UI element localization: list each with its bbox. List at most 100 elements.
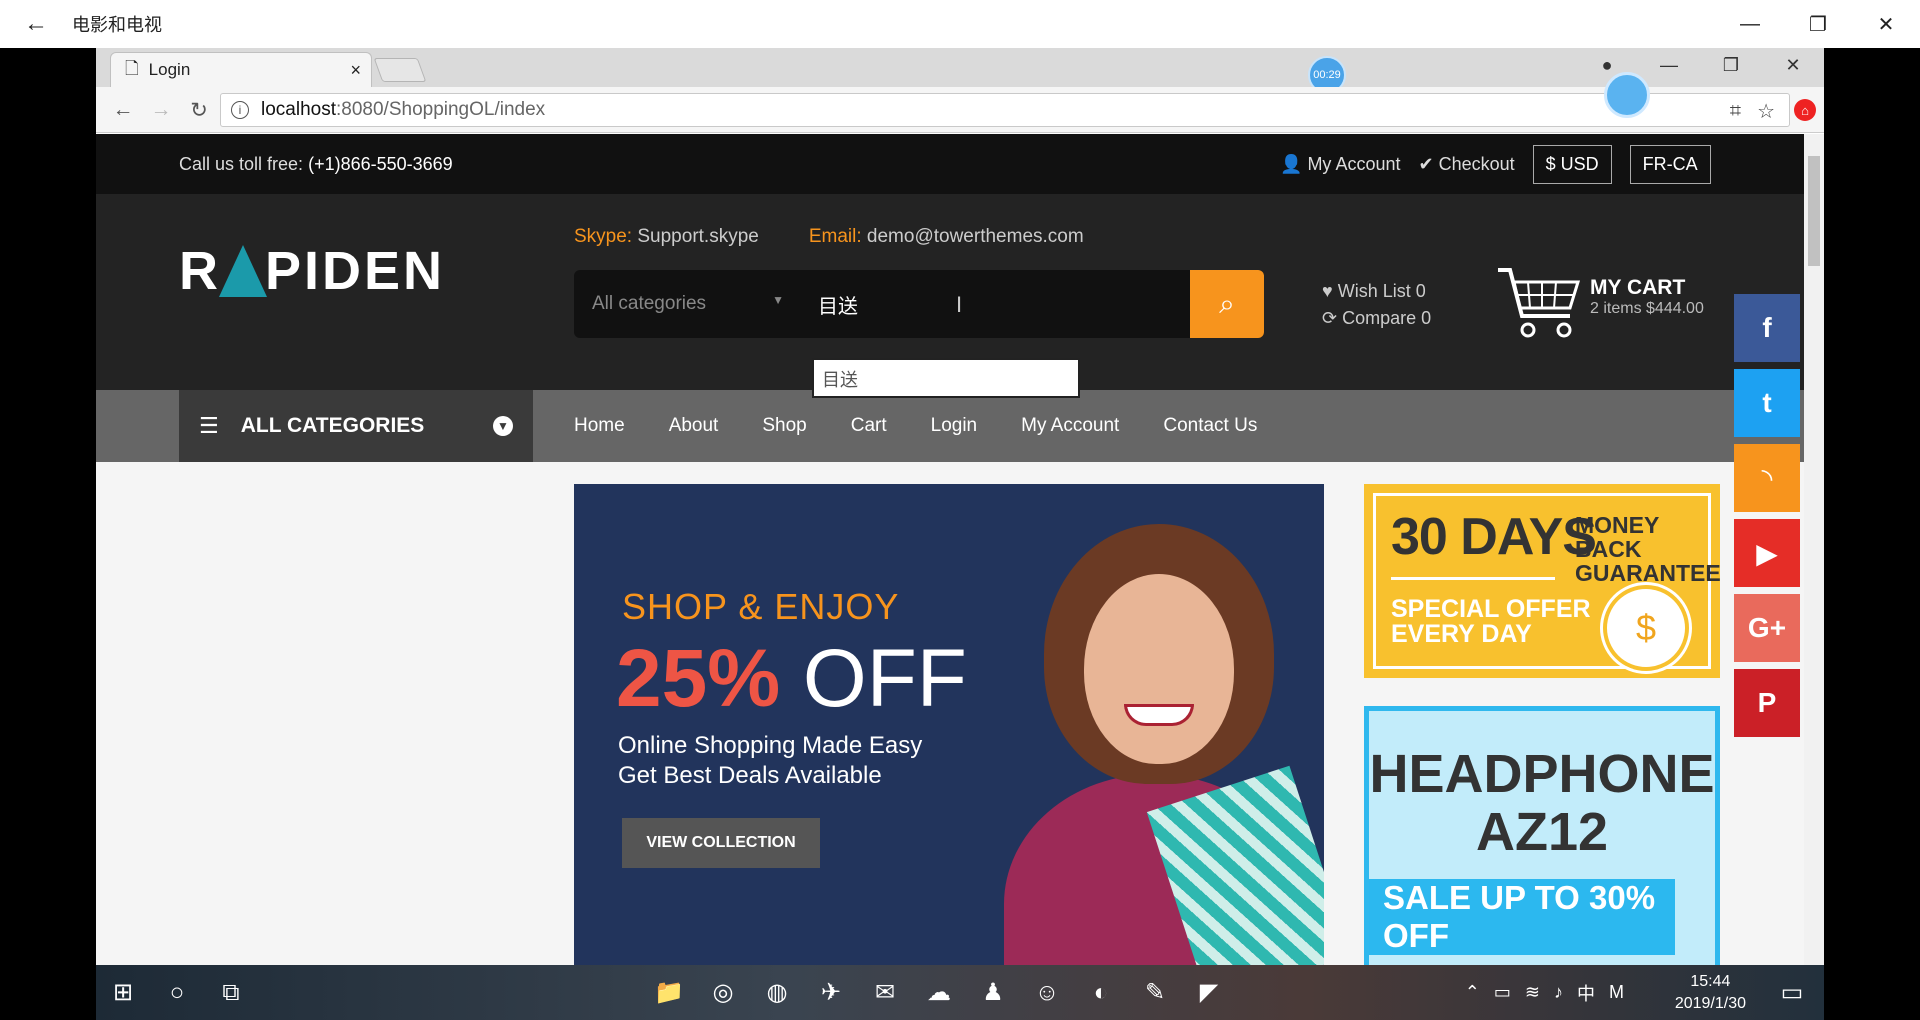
menu-home[interactable]: Home bbox=[574, 415, 625, 437]
menu-about[interactable]: About bbox=[669, 415, 719, 437]
view-collection-button[interactable]: VIEW COLLECTION bbox=[622, 818, 820, 868]
bookmark-star-icon[interactable]: ☆ bbox=[1757, 99, 1775, 124]
ad-offer: SPECIAL OFFER EVERY DAY bbox=[1391, 597, 1591, 647]
volume-icon[interactable]: ♪ bbox=[1554, 982, 1563, 1003]
wish-list-label: Wish List 0 bbox=[1337, 281, 1426, 301]
notepad-icon[interactable]: ✎ bbox=[1128, 965, 1182, 1020]
browser-minimize-icon[interactable]: — bbox=[1638, 48, 1700, 82]
scrollbar[interactable] bbox=[1804, 134, 1824, 965]
task-view-icon[interactable]: ⧉ bbox=[204, 965, 258, 1020]
youtube-icon[interactable]: ▶ bbox=[1734, 519, 1800, 587]
toll-free: Call us toll free: (+1)866-550-3669 bbox=[179, 154, 453, 175]
rss-icon[interactable]: ◝ bbox=[1734, 444, 1800, 512]
my-account-link[interactable]: 👤 My Account bbox=[1280, 154, 1400, 175]
twitter-icon[interactable]: t bbox=[1734, 369, 1800, 437]
scroll-thumb[interactable] bbox=[1808, 156, 1820, 266]
logo-triangle-icon bbox=[219, 245, 267, 297]
money-back-ad[interactable]: 30 DAYS MONEY BACK GUARANTEE SPECIAL OFF… bbox=[1364, 484, 1721, 678]
new-tab-button[interactable] bbox=[373, 58, 427, 82]
search-button[interactable]: ⌕ bbox=[1190, 270, 1264, 338]
menu-contact-us[interactable]: Contact Us bbox=[1163, 415, 1257, 437]
search-input[interactable]: 目送 bbox=[802, 290, 1190, 319]
menu-my-account[interactable]: My Account bbox=[1021, 415, 1119, 437]
ad-offer-line1: SPECIAL OFFER bbox=[1391, 595, 1591, 623]
banner-headline: SHOP & ENJOY bbox=[622, 586, 900, 627]
skype-label: Skype: bbox=[574, 226, 633, 247]
browser-close-icon[interactable]: ✕ bbox=[1762, 48, 1824, 82]
mail-icon[interactable]: ✉ bbox=[858, 965, 912, 1020]
url-actions: ⌗ ☆ bbox=[1730, 94, 1775, 128]
minimize-icon[interactable]: — bbox=[1716, 0, 1784, 48]
reload-icon[interactable]: ↻ bbox=[180, 95, 218, 125]
wish-list-link[interactable]: ♥ Wish List 0 bbox=[1322, 278, 1431, 305]
ime-mode-indicator[interactable]: M bbox=[1609, 982, 1624, 1003]
banner-sub2: Get Best Deals Available bbox=[618, 762, 882, 789]
browser-window: 🗋 Login × 00:29 ● — ❐ ✕ ← → ↻ i localhos… bbox=[96, 48, 1824, 965]
qq-icon[interactable]: ♟ bbox=[966, 965, 1020, 1020]
category-select[interactable]: All categories ▼ bbox=[574, 293, 802, 315]
extension-icon[interactable]: ⌂ bbox=[1794, 99, 1816, 121]
forward-icon[interactable]: → bbox=[142, 95, 180, 125]
check-icon: ✔ bbox=[1418, 153, 1434, 174]
ad2-title-line2: AZ12 bbox=[1475, 802, 1609, 862]
text-cursor-icon: I bbox=[956, 292, 963, 317]
chevron-up-icon[interactable]: ⌃ bbox=[1465, 982, 1480, 1003]
battery-icon[interactable]: ▭ bbox=[1494, 982, 1511, 1003]
wifi-icon[interactable]: ≋ bbox=[1525, 982, 1540, 1003]
windows-start-icon[interactable]: ⊞ bbox=[96, 965, 150, 1020]
bird-app-icon[interactable]: ✈ bbox=[804, 965, 858, 1020]
currency-select[interactable]: $ USD bbox=[1532, 144, 1612, 184]
file-explorer-icon[interactable]: 📁 bbox=[642, 965, 696, 1020]
dolphin-app-icon[interactable]: ◤ bbox=[1182, 965, 1236, 1020]
cortana-icon[interactable]: ○ bbox=[150, 965, 204, 1020]
money-hand-icon: $ bbox=[1600, 582, 1692, 674]
close-icon[interactable]: ✕ bbox=[1852, 0, 1920, 48]
tab-login[interactable]: 🗋 Login × bbox=[110, 52, 372, 87]
info-icon[interactable]: i bbox=[231, 101, 249, 119]
top-bar-links: 👤 My Account ✔ Checkout $ USD FR-CA bbox=[1280, 144, 1711, 184]
menu-login[interactable]: Login bbox=[931, 415, 978, 437]
ad-guarantee-line: GUARANTEE bbox=[1575, 560, 1721, 586]
clock[interactable]: 15:44 2019/1/30 bbox=[1675, 971, 1746, 1015]
wechat-icon[interactable]: ☺ bbox=[1020, 965, 1074, 1020]
social-bar: f t ◝ ▶ G+ P bbox=[1734, 294, 1800, 744]
baidu-cloud-icon[interactable]: ☁ bbox=[912, 965, 966, 1020]
search-icon: ⌕ bbox=[1219, 287, 1235, 319]
clock-date: 2019/1/30 bbox=[1674, 995, 1746, 1012]
back-icon[interactable]: ← bbox=[104, 95, 142, 125]
compare-link[interactable]: ⟳ Compare 0 bbox=[1322, 305, 1431, 332]
ime-candidate-popup[interactable]: 目送 bbox=[812, 358, 1080, 398]
back-arrow-icon[interactable]: ← bbox=[0, 10, 72, 38]
translate-icon[interactable]: ⌗ bbox=[1730, 100, 1741, 123]
checkout-link[interactable]: ✔ Checkout bbox=[1418, 154, 1514, 175]
ad-divider bbox=[1391, 577, 1555, 580]
ad-days: 30 DAYS bbox=[1391, 508, 1597, 566]
browser-restore-icon[interactable]: ❐ bbox=[1700, 48, 1762, 82]
tab-close-icon[interactable]: × bbox=[350, 60, 361, 81]
google-plus-icon[interactable]: G+ bbox=[1734, 594, 1800, 662]
cart-icon[interactable] bbox=[1494, 264, 1582, 344]
all-categories-button[interactable]: ☰ ALL CATEGORIES ▼ bbox=[179, 390, 533, 462]
ime-indicator[interactable]: 中 bbox=[1577, 980, 1595, 1006]
notification-icon[interactable]: ▭ bbox=[1768, 965, 1816, 1020]
cart-summary[interactable]: MY CART 2 items $444.00 bbox=[1590, 276, 1704, 318]
hero-banner[interactable]: SHOP & ENJOY 25% OFF Online Shopping Mad… bbox=[574, 484, 1324, 965]
menu-cart[interactable]: Cart bbox=[851, 415, 887, 437]
pinterest-icon[interactable]: P bbox=[1734, 669, 1800, 737]
restore-icon[interactable]: ❐ bbox=[1784, 0, 1852, 48]
chrome-icon[interactable]: ◎ bbox=[696, 965, 750, 1020]
url-input[interactable]: i localhost :8080/ShoppingOL/index ⌗ ☆ bbox=[220, 93, 1790, 127]
menu-shop[interactable]: Shop bbox=[762, 415, 806, 437]
floating-assistant-icon[interactable] bbox=[1604, 72, 1650, 118]
contact-line: Skype: Support.skype Email: demo@towerth… bbox=[574, 226, 1084, 248]
netease-music-icon[interactable]: ◍ bbox=[750, 965, 804, 1020]
toll-number: (+1)866-550-3669 bbox=[308, 154, 453, 174]
facebook-icon[interactable]: f bbox=[1734, 294, 1800, 362]
user-icon: 👤 bbox=[1280, 153, 1303, 174]
banner-off: OFF bbox=[802, 633, 967, 724]
banner-sub1: Online Shopping Made Easy bbox=[618, 732, 923, 759]
eclipse-icon[interactable]: ◐ bbox=[1074, 965, 1128, 1020]
headphone-ad[interactable]: HEADPHONE AZ12 SALE UP TO 30% OFF bbox=[1364, 706, 1720, 965]
site-logo[interactable]: R PIDEN bbox=[179, 240, 445, 302]
language-select[interactable]: FR-CA bbox=[1629, 144, 1711, 184]
